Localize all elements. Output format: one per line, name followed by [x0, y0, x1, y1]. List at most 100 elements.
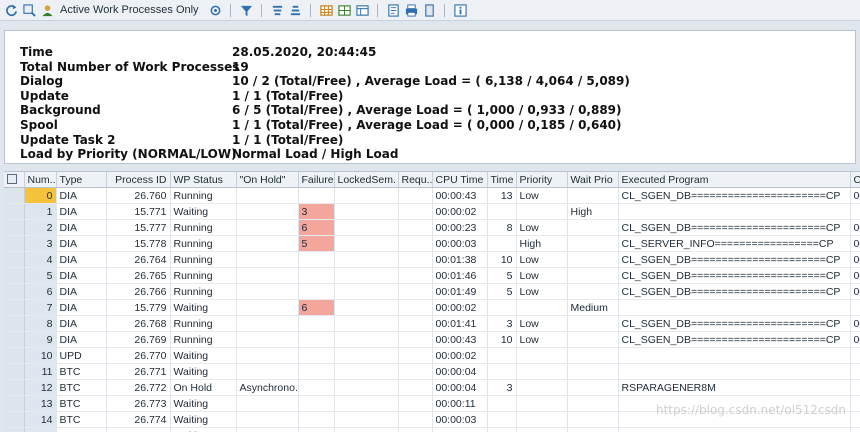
row-selector[interactable]: [4, 268, 24, 284]
row-selector[interactable]: [4, 316, 24, 332]
summary-value: 10 / 2 (Total/Free) , Average Load = ( 6…: [232, 74, 630, 89]
table-row[interactable]: 7DIA15.779Waiting600:00:02Medium: [4, 300, 860, 316]
cell-requ: [398, 220, 432, 236]
row-selector[interactable]: [4, 380, 24, 396]
table-row[interactable]: 2DIA15.777Running600:00:238LowCL_SGEN_DB…: [4, 220, 860, 236]
table-row[interactable]: 1DIA15.771Waiting300:00:02High: [4, 204, 860, 220]
table-row[interactable]: 9DIA26.769Running00:00:4310LowCL_SGEN_DB…: [4, 332, 860, 348]
cell-status: Waiting: [170, 364, 236, 380]
cell-locked: [334, 380, 398, 396]
row-selector[interactable]: [4, 348, 24, 364]
cell-waitprio: [567, 428, 618, 432]
table-icon[interactable]: [320, 3, 334, 17]
user-icon[interactable]: [40, 3, 54, 17]
cell-status: Running: [170, 332, 236, 348]
row-selector[interactable]: [4, 412, 24, 428]
cell-failures: [298, 380, 334, 396]
cell-requ: [398, 348, 432, 364]
column-header-num[interactable]: Num..: [24, 172, 56, 188]
cell-requ: [398, 284, 432, 300]
active-work-processes-only-label[interactable]: Active Work Processes Only: [60, 4, 199, 16]
cell-waitprio: [567, 316, 618, 332]
column-header-failures[interactable]: Failures: [298, 172, 334, 188]
column-header-requ[interactable]: Requ...: [398, 172, 432, 188]
grid-icon[interactable]: [338, 3, 352, 17]
cell-num: 4: [24, 252, 56, 268]
row-selector[interactable]: [4, 300, 24, 316]
column-header-cpu-time[interactable]: CPU Time: [432, 172, 487, 188]
cell-cl: 00: [850, 220, 860, 236]
cell-num: 6: [24, 284, 56, 300]
cell-time: [487, 396, 516, 412]
cell-requ: [398, 332, 432, 348]
column-header-on-hold[interactable]: "On Hold": [236, 172, 298, 188]
table-row[interactable]: 15BTC26.775Waiting00:00:02: [4, 428, 860, 432]
cell-cl: 00: [850, 332, 860, 348]
document-icon[interactable]: [423, 3, 437, 17]
cell-cpu: 00:00:11: [432, 396, 487, 412]
cell-priority: Low: [516, 252, 567, 268]
column-header-locked-sem[interactable]: LockedSem.: [334, 172, 398, 188]
cell-type: DIA: [56, 316, 106, 332]
info-icon[interactable]: [454, 3, 468, 17]
row-selector[interactable]: [4, 204, 24, 220]
row-selector[interactable]: [4, 252, 24, 268]
table-row[interactable]: 4DIA26.764Running00:01:3810LowCL_SGEN_DB…: [4, 252, 860, 268]
cell-failures: [298, 348, 334, 364]
row-selector[interactable]: [4, 428, 24, 432]
cell-locked: [334, 316, 398, 332]
cell-waitprio: [567, 380, 618, 396]
column-header-time[interactable]: Time: [487, 172, 516, 188]
select-all-cell[interactable]: [4, 172, 24, 188]
layout-icon[interactable]: [356, 3, 370, 17]
cell-program: CL_SGEN_DB======================CP: [618, 188, 850, 204]
column-header-cl[interactable]: Cl: [850, 172, 860, 188]
table-row[interactable]: 12BTC26.772On HoldAsynchrono...00:00:043…: [4, 380, 860, 396]
column-header-executed-program[interactable]: Executed Program: [618, 172, 850, 188]
table-row[interactable]: 11BTC26.771Waiting00:00:04: [4, 364, 860, 380]
column-header-priority[interactable]: Priority: [516, 172, 567, 188]
row-selector[interactable]: [4, 188, 24, 204]
cell-priority: Low: [516, 332, 567, 348]
cell-cl: [850, 412, 860, 428]
column-header-wp-status[interactable]: WP Status: [170, 172, 236, 188]
cell-onhold: [236, 364, 298, 380]
settings-icon[interactable]: [209, 3, 223, 17]
filter-icon[interactable]: [240, 3, 254, 17]
row-selector[interactable]: [4, 332, 24, 348]
summary-label: Update Task 2: [20, 133, 232, 148]
table-row[interactable]: 0DIA26.760Running00:00:4313LowCL_SGEN_DB…: [4, 188, 860, 204]
cell-pid: 26.768: [106, 316, 170, 332]
row-selector[interactable]: [4, 236, 24, 252]
cell-waitprio: [567, 348, 618, 364]
table-row[interactable]: 5DIA26.765Running00:01:465LowCL_SGEN_DB=…: [4, 268, 860, 284]
table-row[interactable]: 10UPD26.770Waiting00:00:02: [4, 348, 860, 364]
cell-cpu: 00:00:03: [432, 412, 487, 428]
row-selector[interactable]: [4, 220, 24, 236]
row-selector[interactable]: [4, 396, 24, 412]
cell-status: Waiting: [170, 396, 236, 412]
export-icon[interactable]: [387, 3, 401, 17]
row-selector[interactable]: [4, 364, 24, 380]
column-header-process-id[interactable]: Process ID: [106, 172, 170, 188]
column-header-wait-prio[interactable]: Wait Prio: [567, 172, 618, 188]
table-row[interactable]: 3DIA15.778Running500:00:03HighCL_SERVER_…: [4, 236, 860, 252]
table-row[interactable]: 6DIA26.766Running00:01:495LowCL_SGEN_DB=…: [4, 284, 860, 300]
cell-priority: [516, 428, 567, 432]
cell-failures: 5: [298, 236, 334, 252]
column-header-type[interactable]: Type: [56, 172, 106, 188]
sort-descending-icon[interactable]: [289, 3, 303, 17]
sort-ascending-icon[interactable]: [271, 3, 285, 17]
cell-time: [487, 236, 516, 252]
select-all-icon[interactable]: [7, 174, 17, 184]
cell-num: 14: [24, 412, 56, 428]
cell-cl: 00: [850, 252, 860, 268]
print-icon[interactable]: [405, 3, 419, 17]
zoom-icon[interactable]: [22, 3, 36, 17]
row-selector[interactable]: [4, 284, 24, 300]
cell-locked: [334, 300, 398, 316]
cell-status: Waiting: [170, 300, 236, 316]
table-row[interactable]: 8DIA26.768Running00:01:413LowCL_SGEN_DB=…: [4, 316, 860, 332]
refresh-icon[interactable]: [4, 3, 18, 17]
cell-program: CL_SGEN_DB======================CP: [618, 220, 850, 236]
